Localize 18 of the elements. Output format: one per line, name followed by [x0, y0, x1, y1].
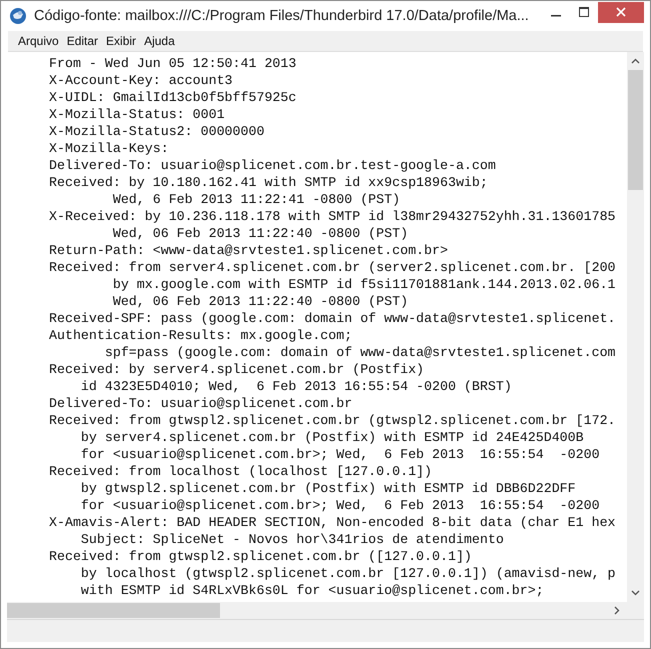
menu-item[interactable]: Ajuda [140, 34, 179, 48]
caret-right-icon[interactable] [614, 606, 620, 615]
menu-item[interactable]: Exibir [102, 34, 140, 48]
menu-item[interactable]: Editar [62, 34, 102, 48]
close-button[interactable] [598, 2, 644, 22]
minimize-icon [551, 15, 561, 17]
scrollbar-thumb[interactable] [7, 603, 220, 618]
caret-down-icon[interactable] [631, 590, 640, 596]
window-title: Código-fonte: mailbox:///C:/Program Files/Thunderbird 17.0/Data/profile/Ma... [34, 8, 529, 24]
horizontal-scrollbar[interactable] [7, 602, 644, 619]
caret-up-icon[interactable] [631, 58, 640, 64]
vertical-scrollbar[interactable] [627, 52, 644, 602]
close-icon [616, 7, 626, 17]
source-view: From - Wed Jun 05 12:50:41 2013 X-Account-Key: account3 X-UIDL: GmailId13cb0f5bff57925c X-Mozilla-Status: 0001 X-Mozilla-Status2: 00000000 X-Mozilla-Keys: Delivered-To: usuario@splicenet.com.br.test-google-a.com Received: by 10.180.162.41 with SMTP id xx9csp18963wib; Wed, 6 Feb 2013 11:22:41 -0800 (PST) X-Received: by 10.236.118.178 with SMTP id l38mr29432752yhh.31.13601785 Wed, 06 Feb 2013 11:22:40 -0800 (PST) Return-Path: <www-data@srvteste1.splicenet.com.br> Received: from server4.splicenet.com.br (server2.splicenet.com.br. [200 by mx.google.com with ESMTP id f5si11701881ank.144.2013.02.06.1 Wed, 06 Feb 2013 11:22:40 -0800 (PST) Received-SPF: pass (google.com: domain of www-data@srvteste1.splicenet. Authentication-Results: mx.google.com; spf=pass (google.com: domain of www-data@srvteste1.splicenet.com Received: by server4.splicenet.com.br (Postfix) id 4323E5D4010; Wed, 6 Feb 2013 16:55:54 -0200 (BRST) Delivered-To: usuario@splicenet.com.br Received: from gtwspl2.splicenet.com.br (gtwspl2.splicenet.com.br [172. by server4.splicenet.com.br (Postfix) with ESMTP id 24E425D400B for <usuario@splicenet.com.br>; Wed, 6 Feb 2013 16:55:54 -0200 Received: from localhost (localhost [127.0.0.1]) by gtwspl2.splicenet.com.br (Postfix) with ESMTP id DBB6D22DFF for <usuario@splicenet.com.br>; Wed, 6 Feb 2013 16:55:54 -0200 X-Amavis-Alert: BAD HEADER SECTION, Non-encoded 8-bit data (char E1 hex Subject: SpliceNet - Novos hor\341rios de atendimento Received: from gtwspl2.splicenet.com.br ([127.0.0.1]) by localhost (gtwspl2.splicenet.com.br [127.0.0.1]) (amavisd-new, p with ESMTP id S4RLxVBk6s0L for <usuario@splicenet.com.br>; [48, 55, 617, 600]
app-icon [9, 7, 27, 25]
maximize-icon [579, 7, 589, 17]
scrollbar-thumb[interactable] [628, 70, 643, 190]
menu-item[interactable]: Arquivo [14, 34, 63, 48]
